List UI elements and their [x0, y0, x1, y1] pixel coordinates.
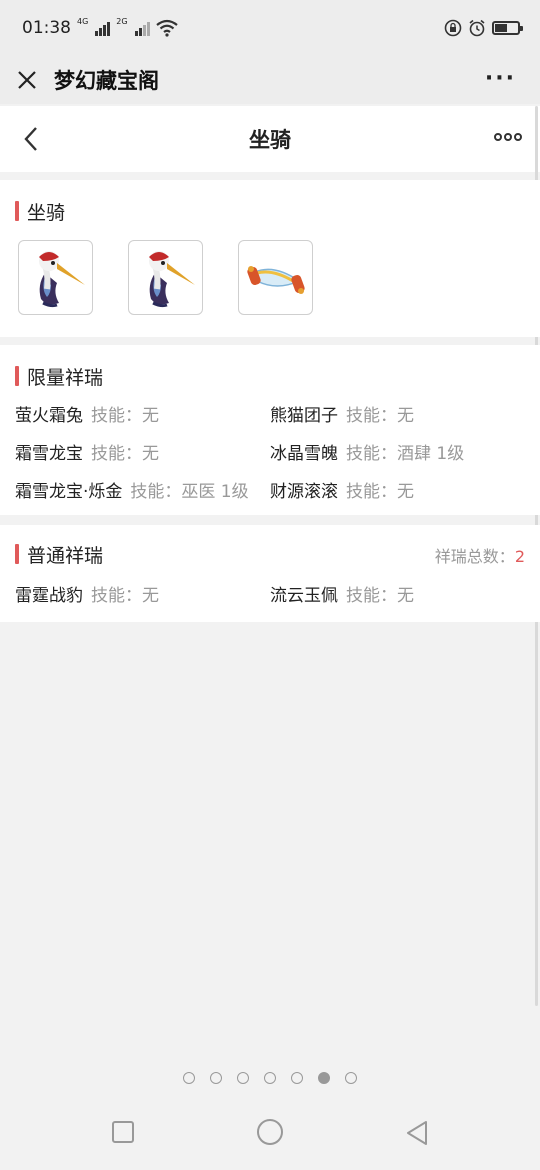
list-item: 霜雪龙宝·烁金 技能：巫医 1级 [15, 477, 249, 502]
list-item: 雷霆战豹 技能：无 [15, 581, 159, 606]
item-skill: 技能：巫医 1级 [130, 482, 249, 502]
item-skill: 技能：无 [91, 406, 159, 426]
wifi-icon [155, 19, 178, 37]
page-dot[interactable] [237, 1072, 249, 1084]
mounts-section: 坐骑 [0, 180, 540, 337]
status-left: 01:38 4G 2G [22, 18, 178, 38]
mount-item[interactable] [238, 240, 313, 315]
item-name: 流云玉佩 [270, 586, 338, 606]
list-item: 冰晶雪魄 技能：酒肆 1级 [270, 439, 464, 464]
item-name: 霜雪龙宝·烁金 [15, 482, 123, 502]
item-skill: 技能：无 [346, 586, 414, 606]
signal-icon-2 [134, 20, 150, 36]
page-dot[interactable] [210, 1072, 222, 1084]
crane-mount-icon [148, 250, 195, 307]
item-name: 霜雪龙宝 [15, 444, 83, 464]
dot-icon [504, 133, 512, 141]
status-right [444, 19, 523, 37]
signal-icon-1 [95, 20, 111, 36]
page-dot[interactable] [318, 1072, 330, 1084]
close-icon[interactable] [16, 69, 38, 91]
scroll-mount-icon [246, 265, 305, 294]
section-title: 限量祥瑞 [15, 363, 103, 390]
page-indicator [0, 1072, 540, 1084]
total-count: 祥瑞总数：2 [435, 543, 525, 567]
page-dot[interactable] [183, 1072, 195, 1084]
status-time: 01:38 [22, 18, 71, 38]
mount-list [18, 240, 313, 315]
item-skill: 技能：无 [91, 586, 159, 606]
page-dot[interactable] [345, 1072, 357, 1084]
recent-apps-icon[interactable] [111, 1120, 135, 1144]
battery-icon [492, 21, 523, 35]
section-title: 普通祥瑞 [15, 541, 103, 568]
lock-rotation-icon [444, 19, 462, 37]
page-title: 坐骑 [249, 128, 291, 152]
item-skill: 技能：酒肆 1级 [346, 444, 465, 464]
back-nav-icon[interactable] [404, 1120, 430, 1146]
more-dots-button[interactable] [494, 133, 522, 141]
status-bar: 01:38 4G 2G [0, 0, 540, 56]
item-skill: 技能：无 [346, 406, 414, 426]
alarm-icon [469, 19, 485, 37]
item-name: 财源滚滚 [270, 482, 338, 502]
more-options-button[interactable]: ··· [485, 66, 516, 91]
dot-icon [514, 133, 522, 141]
total-label: 祥瑞总数： [434, 547, 515, 566]
item-skill: 技能：无 [346, 482, 414, 502]
page-dot[interactable] [264, 1072, 276, 1084]
mini-program-header: 梦幻藏宝阁 ··· [0, 56, 540, 104]
crane-mount-icon [38, 250, 85, 307]
item-name: 熊猫团子 [270, 406, 338, 426]
list-item: 霜雪龙宝 技能：无 [15, 439, 159, 464]
home-icon[interactable] [256, 1118, 284, 1146]
mount-item[interactable] [18, 240, 93, 315]
item-name: 雷霆战豹 [15, 586, 83, 606]
normal-section: 普通祥瑞 祥瑞总数：2 雷霆战豹 技能：无 流云玉佩 技能：无 [0, 525, 540, 622]
total-value: 2 [514, 547, 525, 566]
mount-item[interactable] [128, 240, 203, 315]
system-nav-bar [0, 1098, 540, 1170]
network-label-2: 2G [116, 17, 128, 26]
list-item: 萤火霜兔 技能：无 [15, 401, 159, 426]
dot-icon [494, 133, 502, 141]
network-label-1: 4G [77, 17, 89, 26]
list-item: 熊猫团子 技能：无 [270, 401, 414, 426]
section-title: 坐骑 [15, 198, 65, 225]
list-item: 财源滚滚 技能：无 [270, 477, 414, 502]
back-arrow-icon[interactable] [20, 124, 46, 154]
list-item: 流云玉佩 技能：无 [270, 581, 414, 606]
item-name: 冰晶雪魄 [270, 444, 338, 464]
mini-program-title: 梦幻藏宝阁 [54, 69, 159, 93]
limited-section: 限量祥瑞 萤火霜兔 技能：无 熊猫团子 技能：无 霜雪龙宝 技能：无 冰晶雪魄 技能：酒… [0, 345, 540, 515]
page-header: 坐骑 [0, 106, 540, 172]
item-name: 萤火霜兔 [15, 406, 83, 426]
item-skill: 技能：无 [91, 444, 159, 464]
page-dot[interactable] [291, 1072, 303, 1084]
